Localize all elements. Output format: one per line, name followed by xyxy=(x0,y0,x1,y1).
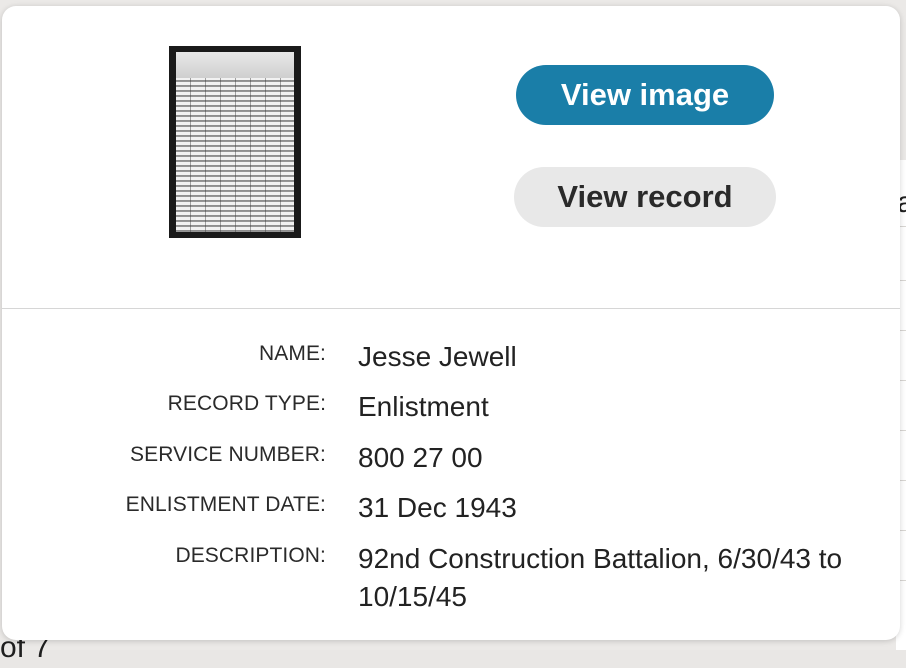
view-image-button[interactable]: View image xyxy=(516,65,774,125)
view-record-button[interactable]: View record xyxy=(514,167,776,227)
record-image-thumbnail[interactable] xyxy=(169,46,301,238)
field-value: 31 Dec 1943 xyxy=(358,492,517,523)
field-value: Jesse Jewell xyxy=(358,341,517,372)
field-label: ENLISTMENT DATE: xyxy=(125,493,326,516)
field-label: SERVICE NUMBER: xyxy=(130,443,326,466)
field-label: NAME: xyxy=(258,342,326,365)
field-label: RECORD TYPE: xyxy=(167,392,326,415)
field-value: 800 27 00 xyxy=(358,442,483,473)
field-value: 92nd Construction Battalion, 6/30/43 to … xyxy=(358,543,843,612)
record-preview-card: View image View record NAME: Jesse Jewel… xyxy=(2,6,900,640)
field-value: Enlistment xyxy=(358,391,489,422)
document-scan-image xyxy=(176,52,294,232)
field-label: DESCRIPTION: xyxy=(175,544,326,567)
divider xyxy=(2,308,900,309)
